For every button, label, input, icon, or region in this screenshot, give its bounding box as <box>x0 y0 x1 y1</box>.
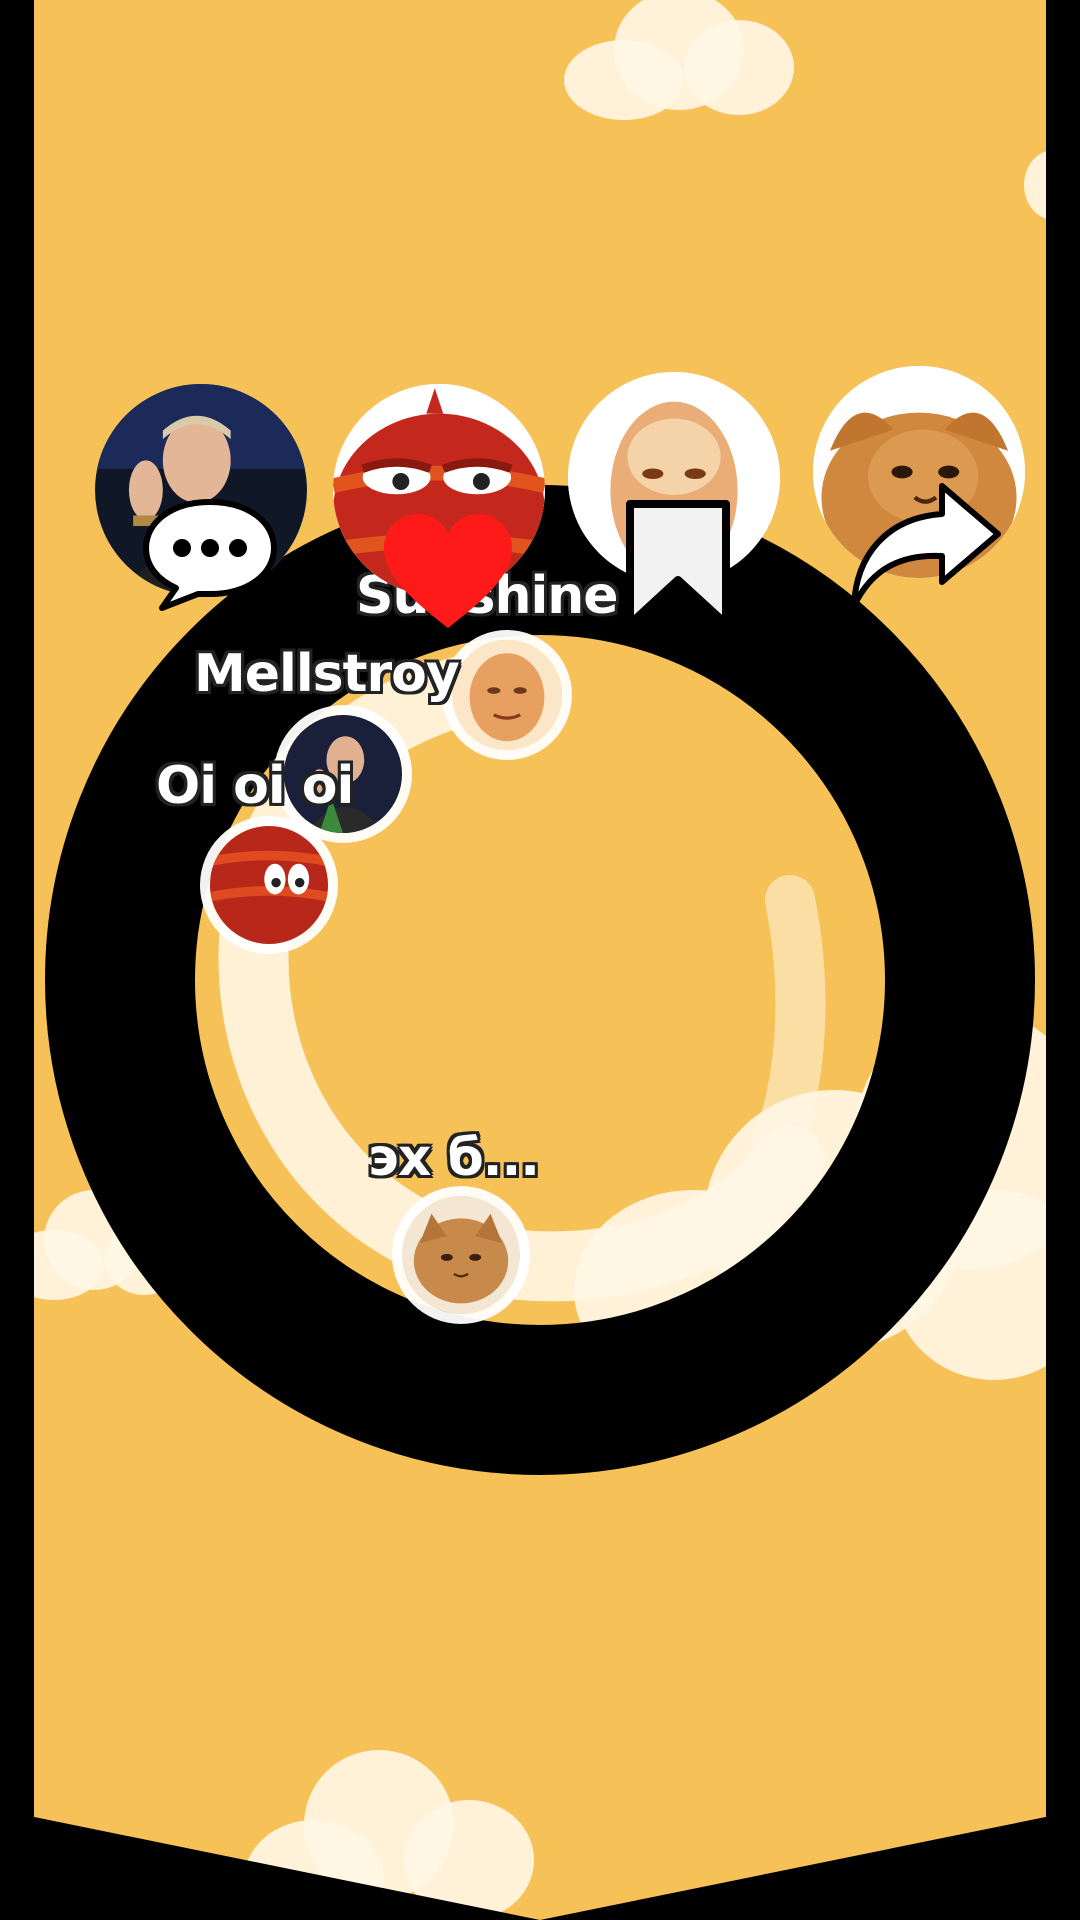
ball-sunshine <box>452 640 562 750</box>
bookmark-icon[interactable] <box>622 496 734 632</box>
label-eh: эх б... <box>368 1128 540 1188</box>
video-screen: Sunshine Mellstroy Oi oi oi эх б... <box>0 0 1080 1920</box>
ring-canvas <box>45 485 1035 1475</box>
heart-icon[interactable] <box>378 508 518 634</box>
comment-icon[interactable] <box>140 496 280 612</box>
label-oioioi: Oi oi oi <box>156 756 354 816</box>
share-icon[interactable] <box>846 478 1006 616</box>
ball-track-right <box>745 875 826 1185</box>
label-mellstroy: Mellstroy <box>194 644 460 704</box>
ball-eh <box>402 1196 520 1314</box>
ball-oioioi <box>210 826 328 944</box>
